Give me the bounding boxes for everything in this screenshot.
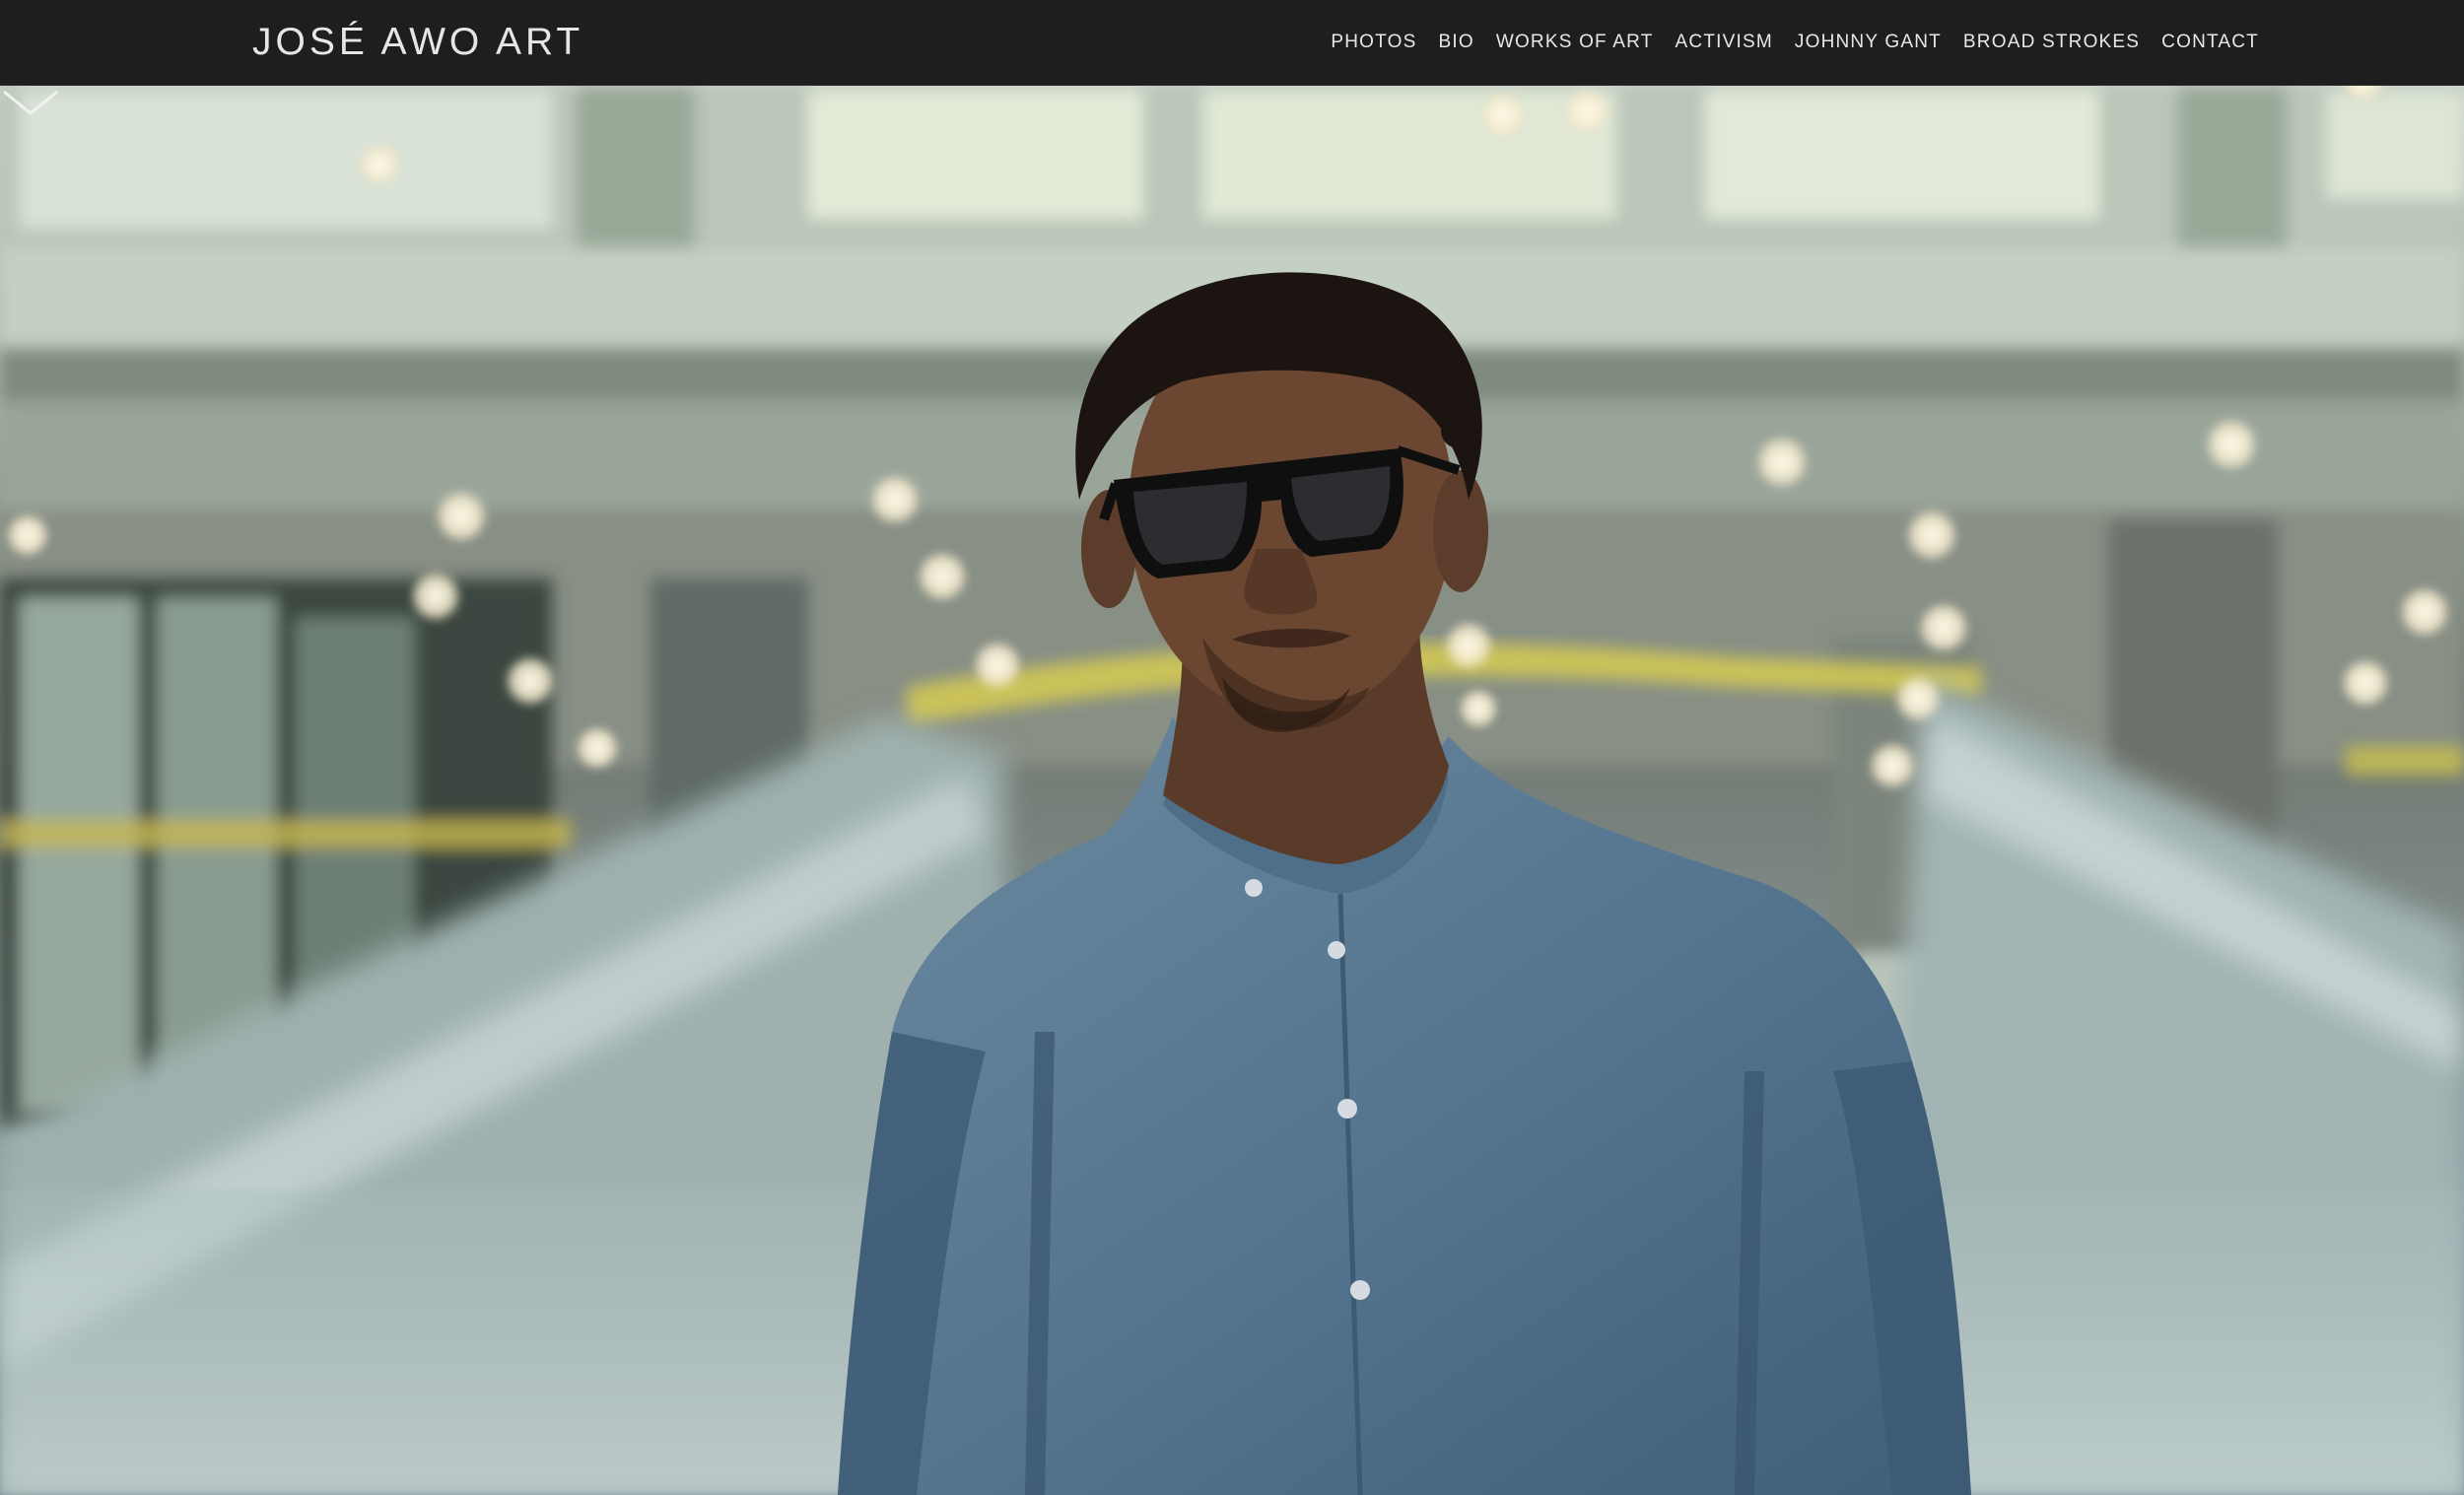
hero-photo-illustration (0, 86, 2464, 1495)
hero-image (0, 86, 2464, 1495)
page: JOSÉ AWO ART PHOTOS BIO WORKS OF ART ACT… (0, 0, 2464, 1495)
nav-item-works-of-art[interactable]: WORKS OF ART (1496, 32, 1654, 53)
chevron-down-icon[interactable] (0, 86, 61, 119)
nav-item-broad-strokes[interactable]: BROAD STROKES (1963, 32, 2140, 53)
nav-item-bio[interactable]: BIO (1438, 32, 1473, 53)
nav-item-contact[interactable]: CONTACT (2161, 32, 2259, 53)
nav-item-activism[interactable]: ACTIVISM (1676, 32, 1773, 53)
site-header: JOSÉ AWO ART PHOTOS BIO WORKS OF ART ACT… (0, 0, 2464, 86)
nav-item-photos[interactable]: PHOTOS (1331, 32, 1416, 53)
site-logo[interactable]: JOSÉ AWO ART (252, 21, 583, 64)
main-nav: PHOTOS BIO WORKS OF ART ACTIVISM JOHNNY … (1309, 32, 2259, 53)
nav-item-johnny-gant[interactable]: JOHNNY GANT (1795, 32, 1942, 53)
